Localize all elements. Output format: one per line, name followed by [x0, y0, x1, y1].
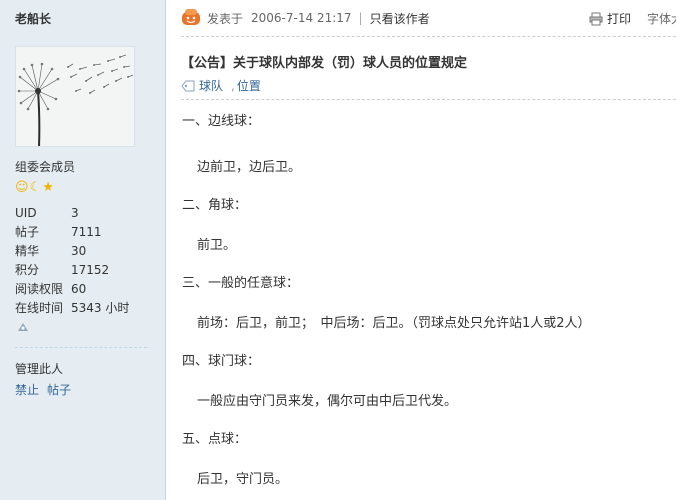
stat-row: 在线时间 5343 小时	[15, 301, 130, 315]
ban-user-link[interactable]: 禁止	[15, 381, 39, 398]
content-line: 二、角球：	[182, 198, 248, 213]
font-size-control[interactable]: 字体大小	[647, 10, 676, 27]
content-line: 后卫，守门员。	[197, 472, 289, 487]
content-line: 五、点球：	[182, 432, 248, 447]
content-line: 边前卫，边后卫。	[197, 160, 302, 175]
author-only-link[interactable]: 只看该作者	[370, 10, 430, 27]
tag-separator: ,	[231, 78, 235, 93]
print-button[interactable]: 打印	[589, 10, 631, 27]
star-icon: ★	[42, 180, 54, 195]
user-stats: UID 3 帖子 7111 精华 30 积分 17152 阅读权限 60 在线时间 5343…	[15, 204, 129, 318]
stat-row: 阅读权限 60	[15, 282, 87, 296]
tag-link[interactable]: 位置	[237, 77, 261, 94]
dandelion-image	[16, 47, 134, 146]
mood-icon	[182, 9, 200, 25]
post-main: 发表于 2006-7-14 21:17 | 只看该作者 打印 字体大小 【公告】…	[167, 0, 676, 500]
content-line: 一、边线球：	[182, 114, 261, 129]
content-line: 前场：后卫，前卫； 中后场：后卫。（罚球点处只允许站1人或2人）	[197, 316, 591, 331]
stat-row: 帖子 7111	[15, 225, 102, 239]
stat-row: UID 3	[15, 206, 79, 220]
send-message-icon[interactable]	[17, 321, 29, 336]
stat-row: 积分 17152	[15, 263, 110, 277]
meta-separator: |	[358, 11, 363, 25]
user-posts-link[interactable]: 帖子	[47, 381, 71, 398]
header-divider	[181, 36, 676, 37]
author-sidebar: 老船长 组委会成员 ☺ ☾ ★ UID 3 帖子 7111 精华 30 积分 1…	[0, 0, 166, 500]
posted-time: 2006-7-14 21:17	[251, 11, 352, 25]
tag-link[interactable]: 球队	[199, 77, 223, 94]
avatar[interactable]	[15, 46, 135, 147]
sidebar-divider	[15, 347, 147, 348]
tag-icon	[181, 80, 195, 91]
rank-stars: ☺ ☾ ★	[15, 180, 54, 196]
moon-icon: ☾	[29, 180, 42, 195]
posted-prefix: 发表于	[207, 11, 244, 26]
content-line: 三、一般的任意球：	[182, 276, 300, 291]
manage-links: 禁止 帖子	[15, 381, 71, 398]
title-divider	[181, 99, 676, 100]
post-tags: 球队 , 位置	[181, 77, 261, 94]
content-line: 四、球门球：	[182, 354, 261, 369]
content-line: 前卫。	[197, 238, 237, 253]
content-line: 一般应由守门员来发，偶尔可由中后卫代发。	[197, 394, 458, 409]
stat-row: 精华 30	[15, 244, 87, 258]
manage-user-label: 管理此人	[15, 362, 64, 376]
user-group: 组委会成员	[15, 160, 76, 174]
sun-icon: ☺	[15, 180, 29, 195]
author-username[interactable]: 老船长	[15, 10, 51, 27]
post-title: 【公告】关于球队内部发（罚）球人员的位置规定	[181, 56, 468, 71]
printer-icon	[589, 12, 603, 25]
